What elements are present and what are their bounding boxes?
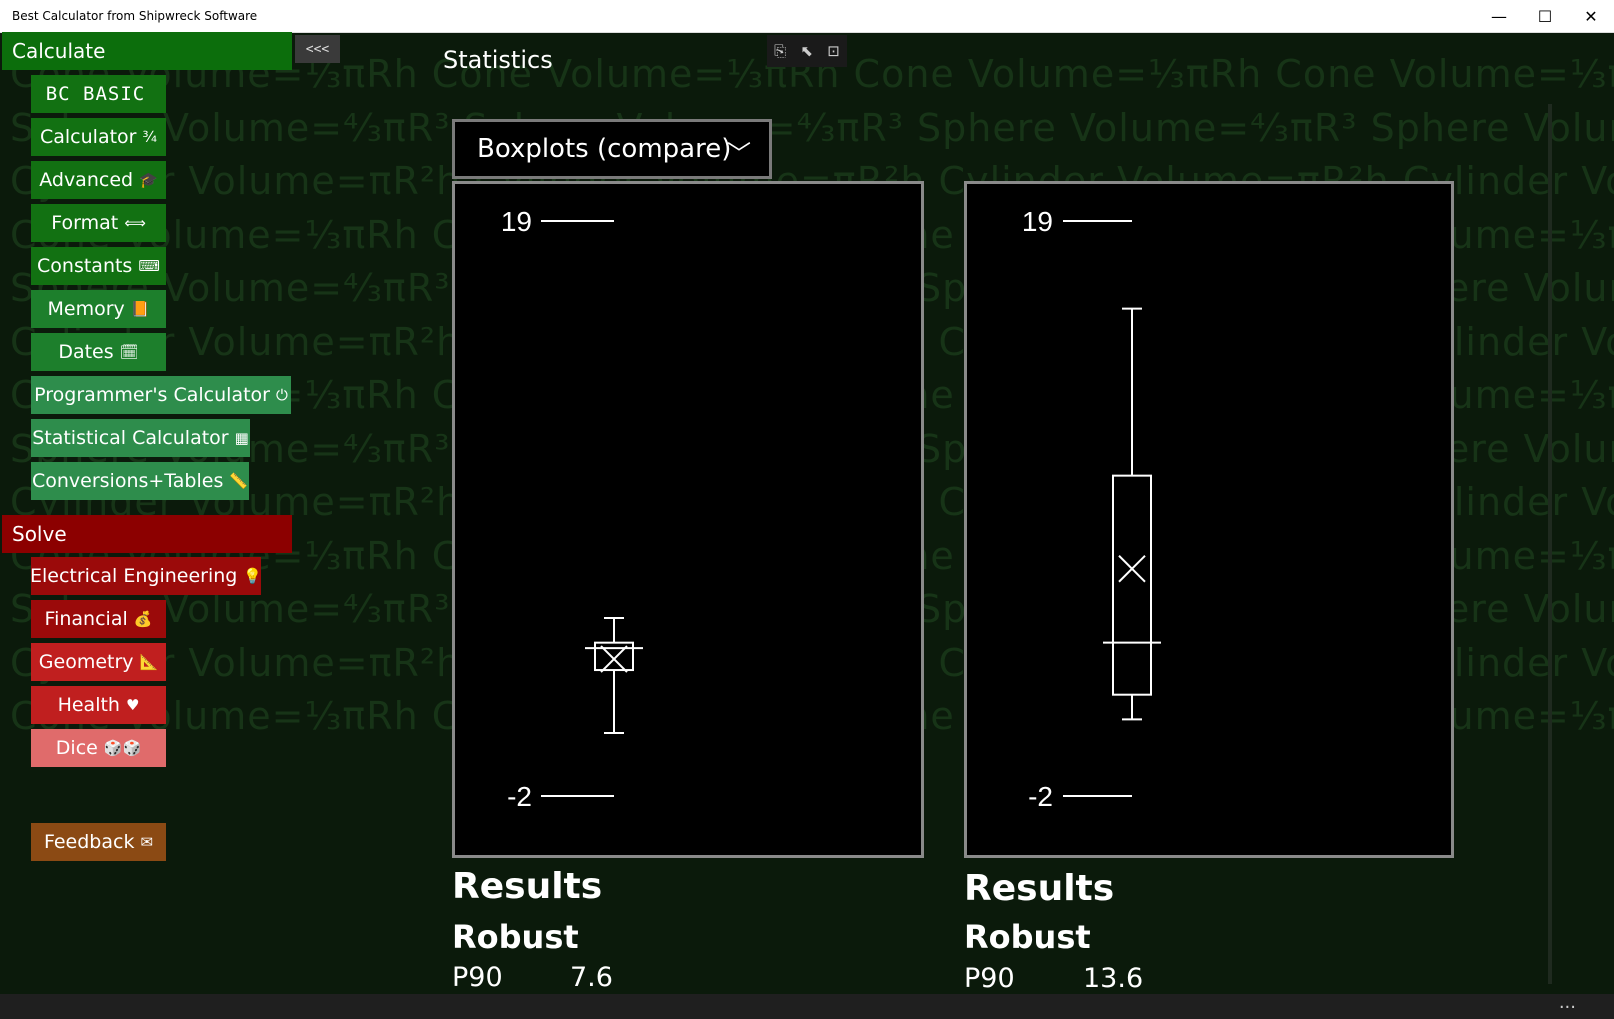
calculate-item-icon: 🎓 xyxy=(139,171,158,189)
solve-item-icon: 🎲🎲 xyxy=(103,739,142,757)
collapse-sidebar-button[interactable]: <<< xyxy=(295,35,340,63)
chart-type-dropdown[interactable]: Boxplots (compare) ﹀ xyxy=(452,119,772,179)
calculate-header[interactable]: Calculate xyxy=(2,32,292,70)
calculate-item-icon: 🗓 xyxy=(119,343,139,361)
calculate-item-programmer-s-calculator[interactable]: Programmer's Calculator ⏻ xyxy=(31,376,291,414)
calculate-item-label: Memory xyxy=(47,298,125,320)
calculate-item-icon: ⌨ xyxy=(138,257,160,275)
copy-icon[interactable]: ⎘ xyxy=(774,42,786,60)
robust-heading-right: Robust xyxy=(964,918,1091,956)
maximize-button[interactable]: ☐ xyxy=(1522,0,1568,32)
solve-item-label: Geometry xyxy=(38,651,134,673)
calculate-item-calculator[interactable]: Calculator ¾ xyxy=(31,118,166,156)
axis-tick-label: 19 xyxy=(501,206,532,237)
vertical-scrollbar[interactable] xyxy=(1548,104,1552,984)
bottom-app-bar: ... xyxy=(0,992,1614,1019)
p90-label-right: P90 xyxy=(964,963,1015,994)
calculate-item-icon: 📙 xyxy=(130,300,150,318)
solve-item-label: Electrical Engineering xyxy=(29,565,238,587)
calculate-item-label: Conversions+Tables xyxy=(31,470,224,492)
results-heading-left: Results xyxy=(452,866,603,907)
calculate-item-label: Constants xyxy=(37,255,133,277)
calculate-item-conversions-tables[interactable]: Conversions+Tables 📏 xyxy=(31,462,249,500)
calculate-item-icon: ⏻ xyxy=(275,386,288,404)
solve-item-electrical-engineering[interactable]: Electrical Engineering 💡 xyxy=(29,557,263,595)
boxplot-panel-right: 19 -2 xyxy=(964,181,1454,858)
solve-item-dice[interactable]: Dice 🎲🎲 xyxy=(31,729,166,767)
solve-item-geometry[interactable]: Geometry 📐 xyxy=(31,643,166,681)
robust-heading-left: Robust xyxy=(452,918,579,956)
axis-tick-label: 19 xyxy=(1022,206,1053,237)
pointer-icon[interactable]: ⬉ xyxy=(800,42,813,60)
results-heading-right: Results xyxy=(964,868,1115,909)
boxplot-chart-left: 19 -2 xyxy=(501,206,643,812)
calculate-item-icon: ▦ xyxy=(234,429,249,447)
p90-value-left: 7.6 xyxy=(570,962,613,993)
calculate-item-constants[interactable]: Constants ⌨ xyxy=(31,247,166,285)
solve-item-label: Dice xyxy=(55,737,98,759)
calculate-item-label: Advanced xyxy=(39,169,134,191)
feedback-label: Feedback xyxy=(43,831,135,853)
solve-item-icon: 💡 xyxy=(243,567,263,585)
calculate-item-format[interactable]: Format ⟺ xyxy=(31,204,166,242)
feedback-icon: ✉ xyxy=(140,833,154,851)
calculate-item-label: Calculator xyxy=(39,126,137,148)
iqr-box xyxy=(1112,474,1152,696)
calculate-item-icon: ⟺ xyxy=(124,214,146,232)
axis-tick-label: -2 xyxy=(507,781,532,812)
feedback-button[interactable]: Feedback ✉ xyxy=(31,823,166,861)
calculate-item-icon: ¾ xyxy=(142,128,158,146)
solve-item-icon: 📐 xyxy=(139,653,159,671)
calculate-item-icon: 📏 xyxy=(229,472,249,490)
calculate-item-memory[interactable]: Memory 📙 xyxy=(31,290,166,328)
solve-item-label: Health xyxy=(57,694,120,716)
boxplot-chart-right: 19 -2 xyxy=(1022,206,1161,812)
solve-item-health[interactable]: Health ♥ xyxy=(31,686,166,724)
close-button[interactable]: ✕ xyxy=(1568,0,1614,32)
window-title: Best Calculator from Shipwreck Software xyxy=(12,9,258,23)
calculate-item-label: Programmer's Calculator xyxy=(34,384,270,406)
calculate-item-bc-basic[interactable]: BC BASIC xyxy=(31,75,166,113)
calculate-item-advanced[interactable]: Advanced 🎓 xyxy=(31,161,166,199)
calculate-item-label: BC BASIC xyxy=(45,83,146,105)
calculate-item-label: Dates xyxy=(58,341,114,363)
dropdown-selected: Boxplots (compare) xyxy=(477,134,732,164)
chevron-down-icon: ﹀ xyxy=(727,140,751,168)
calculate-item-label: Format xyxy=(51,212,119,234)
solve-item-financial[interactable]: Financial 💰 xyxy=(31,600,166,638)
calculate-item-dates[interactable]: Dates 🗓 xyxy=(31,333,166,371)
p90-label-left: P90 xyxy=(452,962,503,993)
fit-icon[interactable]: ⊡ xyxy=(827,42,840,60)
solve-item-icon: 💰 xyxy=(133,610,153,628)
watermark-row: Sphere Volume=⁴⁄₃πR³ Sphere Volume=⁴⁄₃πR… xyxy=(10,105,1614,150)
page-title: Statistics xyxy=(443,46,553,74)
minimize-button[interactable]: — xyxy=(1476,0,1522,32)
title-bar: Best Calculator from Shipwreck Software … xyxy=(0,0,1614,33)
view-toolbar: ⎘ ⬉ ⊡ xyxy=(767,35,847,67)
solve-item-label: Financial xyxy=(44,608,128,630)
solve-header[interactable]: Solve xyxy=(2,515,292,553)
solve-item-icon: ♥ xyxy=(125,696,140,714)
calculate-item-label: Statistical Calculator xyxy=(32,427,229,449)
boxplot-panel-left: 19 -2 xyxy=(452,181,924,858)
axis-tick-label: -2 xyxy=(1028,781,1053,812)
p90-value-right: 13.6 xyxy=(1083,963,1144,994)
more-options-button[interactable]: ... xyxy=(1559,992,1576,1013)
calculate-item-statistical-calculator[interactable]: Statistical Calculator ▦ xyxy=(31,419,250,457)
